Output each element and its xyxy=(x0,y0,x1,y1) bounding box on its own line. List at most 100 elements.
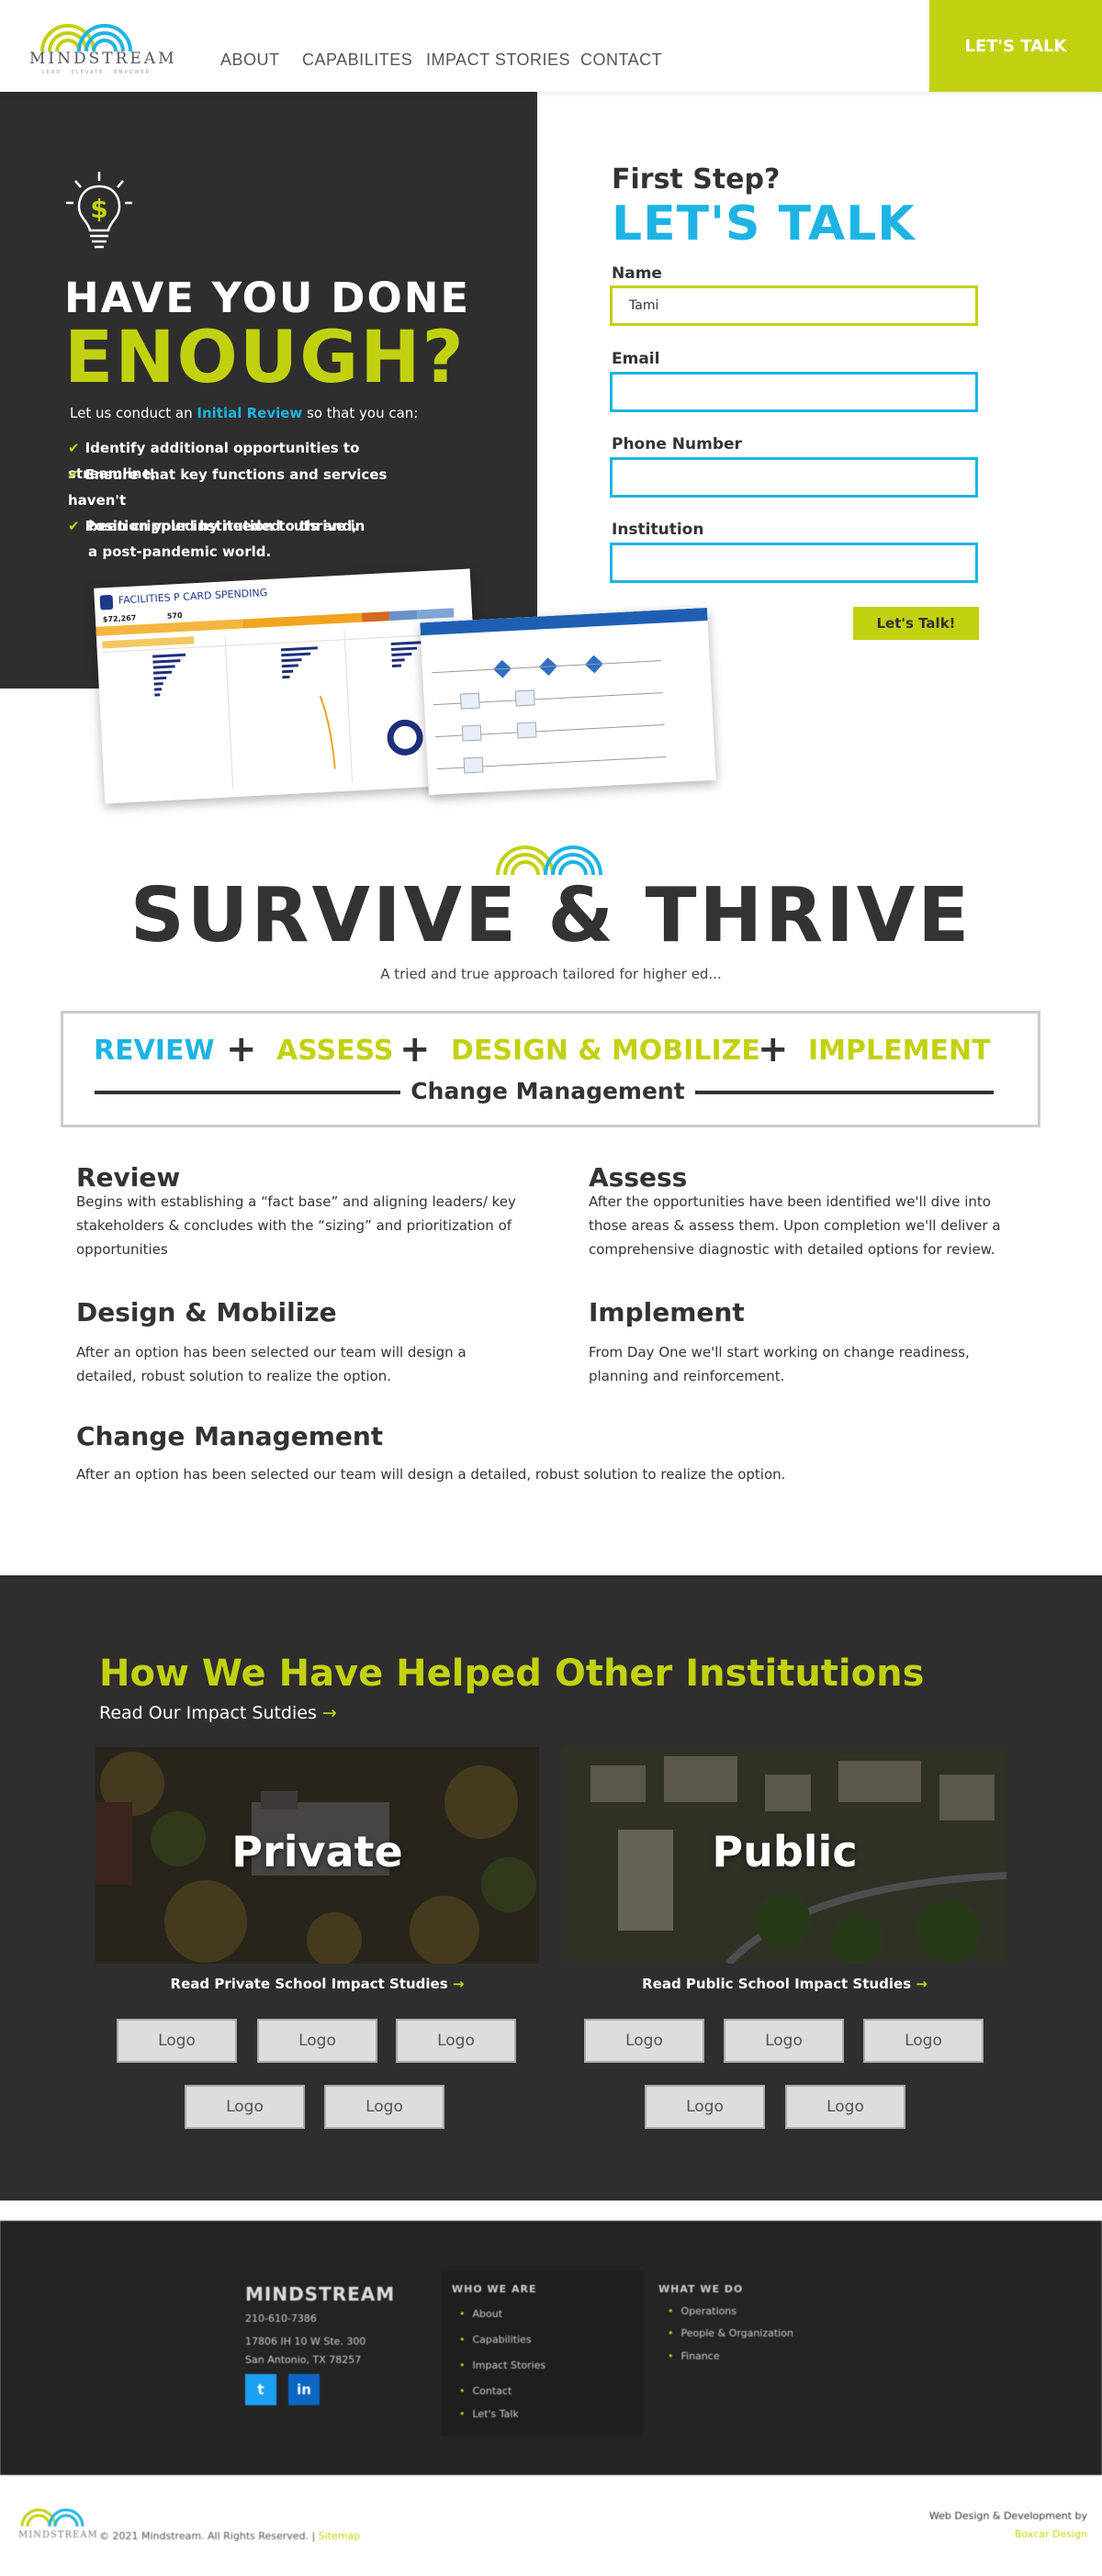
name-field[interactable] xyxy=(610,286,978,326)
footer-phone[interactable]: 210-610-7386 xyxy=(245,2313,317,2324)
footer-link-label: Contact xyxy=(472,2385,512,2397)
client-logo-placeholder: Logo xyxy=(185,2085,305,2129)
footer-link-label: People & Organization xyxy=(680,2327,793,2339)
intro-highlight: Initial Review xyxy=(197,405,303,421)
phase-text-review: Begins with establishing a “fact base” a… xyxy=(76,1193,516,1258)
client-logo-placeholder: Logo xyxy=(785,2085,905,2129)
svg-text:$: $ xyxy=(90,194,107,224)
linkedin-icon[interactable]: in xyxy=(288,2374,320,2405)
lets-talk-header-button[interactable]: LET'S TALK xyxy=(929,0,1102,92)
lightbulb-dollar-icon: $ xyxy=(66,172,132,249)
bullet-text: Ensure that key functions and services h… xyxy=(68,466,388,509)
copyright-text: © 2021 Mindstream. All Rights Reserved. … xyxy=(99,2530,316,2542)
logo-arcs-icon xyxy=(496,846,602,876)
bullet-text-cont: a post-pandemic world. xyxy=(88,543,272,560)
copyright: © 2021 Mindstream. All Rights Reserved. … xyxy=(99,2530,360,2542)
email-field[interactable] xyxy=(610,372,978,412)
impact-studies-link[interactable]: Read Our Impact Sutdies → xyxy=(99,1703,337,1723)
credit-text: Web Design & Development by xyxy=(928,2510,1087,2522)
phase-text-implement: From Day One we'll start working on chan… xyxy=(589,1344,970,1384)
client-logo-placeholder: Logo xyxy=(117,2019,237,2063)
logo-arcs-icon[interactable] xyxy=(37,17,147,53)
client-logo-placeholder: Logo xyxy=(584,2019,704,2063)
email-label: Email xyxy=(612,350,660,368)
name-label: Name xyxy=(612,264,662,283)
logo-arcs-icon[interactable] xyxy=(18,2506,88,2528)
footer-link-operations[interactable]: • Operations xyxy=(668,2305,737,2317)
footer-link-label: Impact Stories xyxy=(472,2359,546,2371)
nav-impact-stories[interactable]: IMPACT STORIES xyxy=(426,50,570,70)
hero-intro: Let us conduct an Initial Review so that… xyxy=(70,405,418,421)
client-logo-placeholder: Logo xyxy=(324,2085,444,2129)
credit-link[interactable]: Boxcar Design xyxy=(1015,2528,1087,2540)
phase-heading-assess: Assess xyxy=(589,1162,688,1193)
footer-brand: MINDSTREAM xyxy=(245,2283,396,2305)
client-logo-placeholder: Logo xyxy=(396,2019,516,2063)
client-logo-placeholder: Logo xyxy=(257,2019,377,2063)
form-title: LET'S TALK xyxy=(612,196,916,252)
logo-wordmark[interactable]: MINDSTREAM xyxy=(29,50,174,68)
change-management-label: Change Management xyxy=(410,1078,685,1104)
phase-heading-implement: Implement xyxy=(589,1297,745,1327)
footer-heading-who: WHO WE ARE xyxy=(452,2283,537,2295)
footer-link-contact[interactable]: • Contact xyxy=(459,2385,512,2397)
footer-link-label: Operations xyxy=(680,2305,737,2317)
footer-link-about[interactable]: • About xyxy=(459,2308,502,2320)
hero-headline-line2: ENOUGH? xyxy=(64,317,466,399)
check-icon: ✔ xyxy=(68,466,80,483)
impact-studies-link-label: Read Our Impact Sutdies xyxy=(99,1703,317,1723)
divider xyxy=(95,1091,400,1094)
footer-link-label: Finance xyxy=(680,2350,720,2362)
plus-icon: + xyxy=(758,1028,789,1070)
phone-field[interactable] xyxy=(610,457,978,498)
footer-address-line1: 17806 IH 10 W Ste. 300 xyxy=(245,2335,366,2347)
footer-bottom-bar: MINDSTREAM © 2021 Mindstream. All Rights… xyxy=(0,2479,1102,2576)
plus-icon: + xyxy=(399,1028,431,1070)
phase-text-design: After an option has been selected our te… xyxy=(76,1344,467,1384)
footer-link-people[interactable]: • People & Organization xyxy=(668,2327,793,2339)
arrow-right-icon: → xyxy=(916,1976,928,1992)
public-studies-link-label: Read Public School Impact Studies xyxy=(642,1976,912,1992)
private-label: Private xyxy=(231,1827,403,1876)
public-label: Public xyxy=(712,1827,858,1876)
footer-link-capabilities[interactable]: • Capabilities xyxy=(459,2334,532,2346)
client-logo-placeholder: Logo xyxy=(724,2019,844,2063)
phase-text-assess: After the opportunities have been identi… xyxy=(589,1193,1001,1258)
footer-logo-word[interactable]: MINDSTREAM xyxy=(18,2530,98,2540)
phase-heading-review: Review xyxy=(76,1162,181,1193)
footer-link-impact[interactable]: • Impact Stories xyxy=(459,2359,545,2371)
nav-contact[interactable]: CONTACT xyxy=(580,50,662,70)
site-footer: MINDSTREAM 210-610-7386 17806 IH 10 W St… xyxy=(0,2221,1102,2475)
client-logo-placeholder: Logo xyxy=(645,2085,765,2129)
footer-link-lets-talk[interactable]: • Let's Talk xyxy=(459,2408,519,2420)
step-design-mobilize: DESIGN & MOBILIZE xyxy=(451,1035,760,1067)
check-icon: ✔ xyxy=(68,440,80,456)
institution-field[interactable] xyxy=(610,543,978,583)
client-logo-placeholder: Logo xyxy=(863,2019,984,2063)
form-eyebrow: First Step? xyxy=(612,163,781,196)
public-studies-link[interactable]: Read Public School Impact Studies → xyxy=(563,1976,1006,1992)
process-flow-graphic xyxy=(420,607,708,774)
phase-heading-change: Change Management xyxy=(76,1421,384,1451)
hero-bullet: ✔ Position your institution to thrive in a… xyxy=(68,513,435,565)
lets-talk-submit-button[interactable]: Let's Talk! xyxy=(853,607,979,640)
impact-title: How We Have Helped Other Institutions xyxy=(99,1652,925,1695)
phase-heading-design: Design & Mobilize xyxy=(76,1297,337,1327)
step-implement: IMPLEMENT xyxy=(808,1035,991,1067)
footer-link-label: Let's Talk xyxy=(472,2408,519,2420)
institution-label: Institution xyxy=(612,521,704,539)
hero-headline-line1: HAVE YOU DONE xyxy=(64,274,471,322)
phone-label: Phone Number xyxy=(612,435,742,454)
nav-about[interactable]: ABOUT xyxy=(220,50,280,70)
plus-icon: + xyxy=(226,1028,257,1070)
sitemap-link[interactable]: Sitemap xyxy=(319,2530,361,2542)
arrow-right-icon: → xyxy=(321,1703,337,1723)
footer-address-line2: San Antonio, TX 78257 xyxy=(245,2354,362,2366)
divider xyxy=(695,1091,994,1094)
private-studies-link[interactable]: Read Private School Impact Studies → xyxy=(96,1976,539,1992)
twitter-icon[interactable]: t xyxy=(245,2374,276,2405)
section-title: SURVIVE & THRIVE xyxy=(129,872,973,959)
nav-capabilities[interactable]: CAPABILITES xyxy=(302,50,412,70)
steps-box xyxy=(61,1011,1040,1127)
footer-link-finance[interactable]: • Finance xyxy=(668,2350,720,2362)
